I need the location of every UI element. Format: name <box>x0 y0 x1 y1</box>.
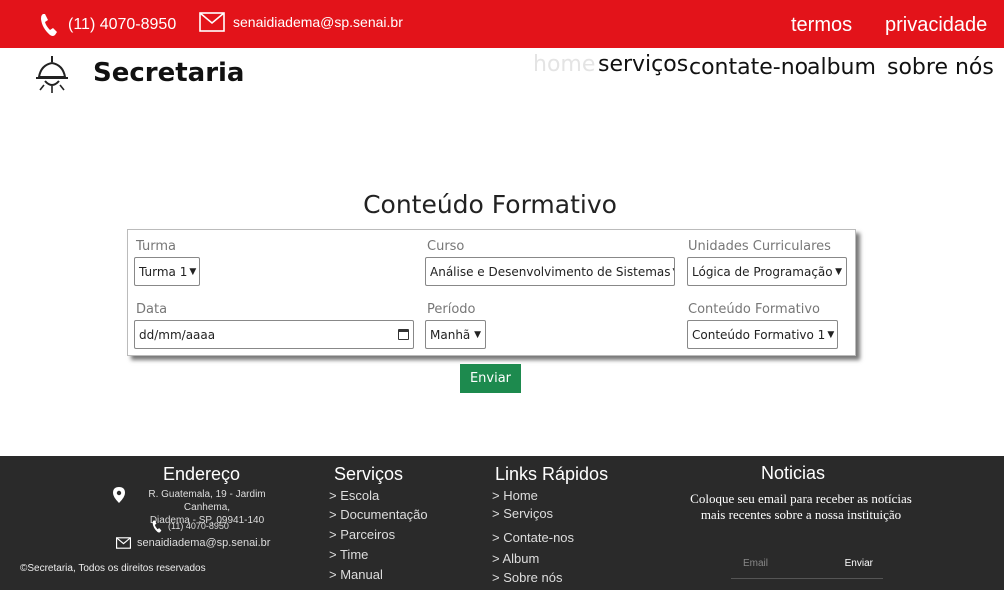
topbar-phone[interactable]: (11) 4070-8950 <box>38 12 176 38</box>
footer-link-sobre[interactable]: > Sobre nós <box>492 570 562 585</box>
footer-link-home[interactable]: > Home <box>492 488 538 503</box>
footer-servicos-manual[interactable]: > Manual <box>329 567 383 582</box>
curso-value: Análise e Desenvolvimento de Sistemas <box>430 264 671 279</box>
newsletter-email-input[interactable]: Email <box>743 558 768 569</box>
topbar-email-text: senaidiadema@sp.senai.br <box>233 14 403 30</box>
uc-select[interactable]: Lógica de Programação ▼ <box>687 257 847 286</box>
chevron-down-icon: ▼ <box>671 267 675 277</box>
footer-servicos-documentacao[interactable]: > Documentação <box>329 507 428 522</box>
topbar-phone-text: (11) 4070-8950 <box>68 16 177 33</box>
footer-noticias-text: Coloque seu email para receber as notíci… <box>690 491 912 522</box>
chevron-down-icon: ▼ <box>474 329 481 340</box>
topbar-email[interactable]: senaidiadema@sp.senai.br <box>199 12 403 32</box>
footer-link-servicos[interactable]: > Serviços <box>492 506 553 521</box>
curso-label: Curso <box>427 239 465 254</box>
footer-endereco-title: Endereço <box>163 464 241 484</box>
footer-servicos-title: Serviços <box>334 464 404 484</box>
form-title: Conteúdo Formativo <box>363 190 617 219</box>
nav-servicos[interactable]: serviços <box>598 52 688 77</box>
newsletter-submit-button[interactable]: Enviar <box>845 558 873 569</box>
footer-servicos-time[interactable]: > Time <box>329 547 368 562</box>
top-bar: (11) 4070-8950 senaidiadema@sp.senai.br … <box>0 0 1004 48</box>
data-label: Data <box>136 302 168 317</box>
conteudo-label: Conteúdo Formativo <box>688 302 821 317</box>
turma-label: Turma <box>136 239 176 254</box>
uc-value: Lógica de Programação <box>692 264 833 279</box>
footer-phone[interactable]: (11) 4070-8950 <box>168 520 229 533</box>
turma-select[interactable]: Turma 1 ▼ <box>134 257 200 286</box>
location-pin-icon <box>113 487 125 503</box>
phone-icon <box>152 520 162 533</box>
termos-link[interactable]: termos <box>791 14 852 37</box>
mail-icon <box>116 537 131 549</box>
submit-button[interactable]: Enviar <box>460 364 521 393</box>
copyright: ©Secretaria, Todos os direitos reservado… <box>20 563 206 574</box>
mail-icon <box>199 12 225 32</box>
periodo-select[interactable]: Manhã ▼ <box>425 320 486 349</box>
date-value: dd/mm/aaaa <box>139 327 216 342</box>
nav-sobre[interactable]: sobre nós <box>887 55 994 80</box>
chevron-down-icon: ▼ <box>835 266 842 277</box>
footer-email[interactable]: senaidiadema@sp.senai.br <box>137 537 270 550</box>
phone-icon <box>41 14 57 36</box>
nav-album[interactable]: album <box>807 55 876 80</box>
footer-servicos-escola[interactable]: > Escola <box>329 488 379 503</box>
brand-name[interactable]: Secretaria <box>93 58 244 88</box>
chevron-down-icon: ▼ <box>189 266 197 277</box>
footer-link-album[interactable]: > Album <box>492 551 539 566</box>
uc-label: Unidades Curriculares <box>688 239 831 254</box>
footer-address-line1: R. Guatemala, 19 - Jardim Canhema, <box>148 489 266 513</box>
conteudo-select[interactable]: Conteúdo Formativo 1 ▼ <box>687 320 838 349</box>
footer-link-contate[interactable]: > Contate-nos <box>492 530 574 545</box>
footer-noticias-title: Noticias <box>761 463 826 483</box>
chevron-down-icon: ▼ <box>827 329 835 340</box>
turma-value: Turma 1 <box>139 264 188 279</box>
conteudo-value: Conteúdo Formativo 1 <box>692 327 826 342</box>
periodo-value: Manhã <box>430 327 471 342</box>
footer-servicos-parceiros[interactable]: > Parceiros <box>329 527 395 542</box>
nav-contate[interactable]: contate-no <box>689 55 808 80</box>
periodo-label: Período <box>427 302 476 317</box>
nav-home[interactable]: home <box>533 52 595 77</box>
footer-links-title: Links Rápidos <box>495 464 609 484</box>
curso-select[interactable]: Análise e Desenvolvimento de Sistemas ▼ <box>425 257 675 286</box>
privacidade-link[interactable]: privacidade <box>885 14 987 37</box>
calendar-icon[interactable] <box>398 329 409 340</box>
lamp-icon[interactable] <box>33 55 71 95</box>
date-input[interactable]: dd/mm/aaaa <box>134 320 414 349</box>
newsletter-form: Email Enviar <box>731 549 883 579</box>
